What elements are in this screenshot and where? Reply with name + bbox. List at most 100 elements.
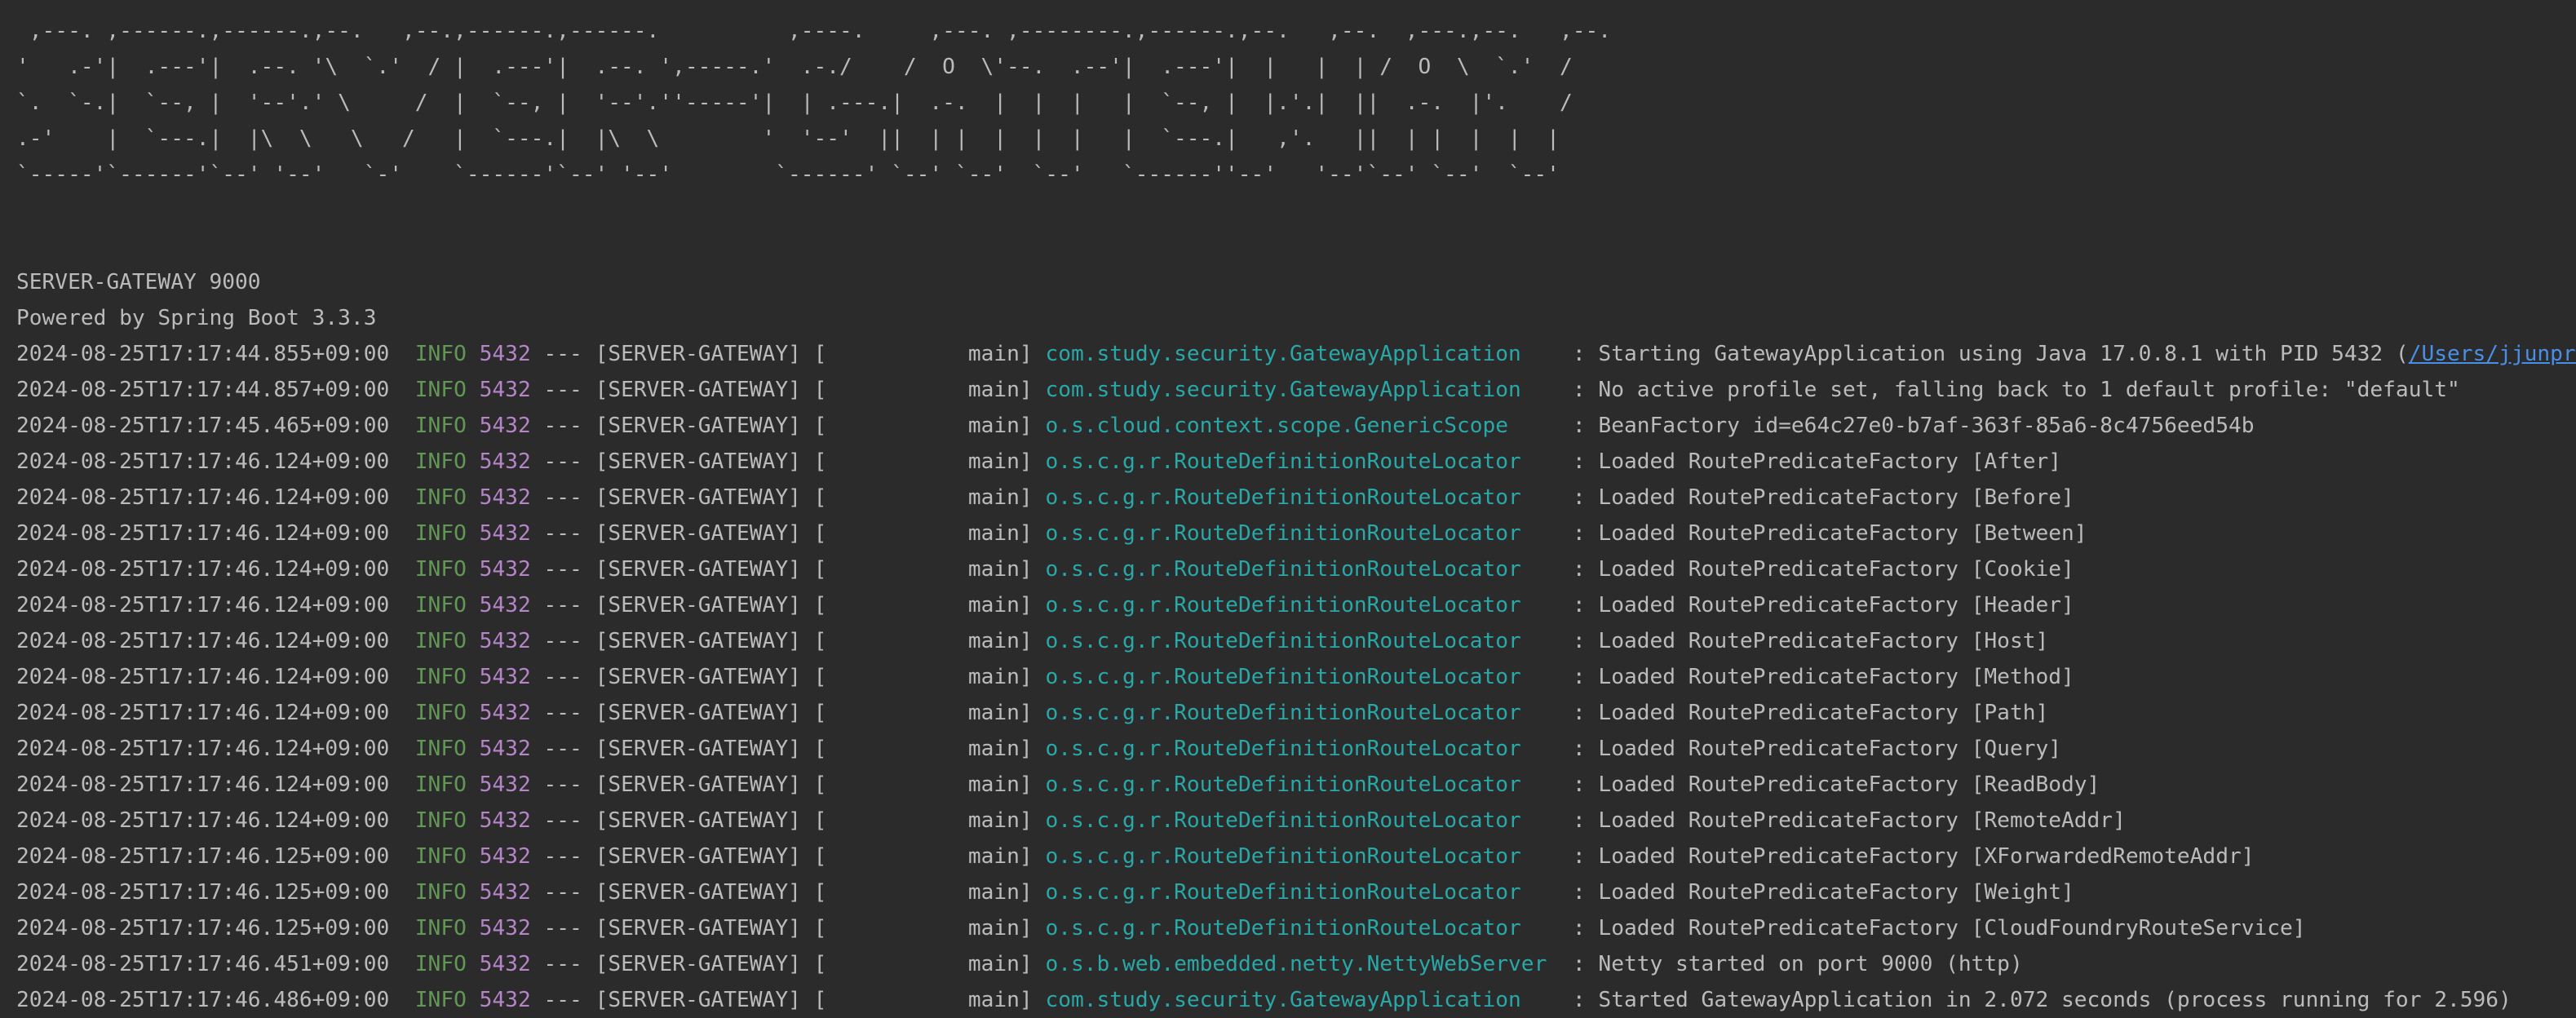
- log-pid: 5432: [479, 485, 531, 510]
- log-pid: 5432: [479, 521, 531, 546]
- log-app-name: [SERVER-GATEWAY]: [595, 916, 801, 941]
- banner-line: `. `-.| `--, | '--'.' \ / | `--, | '--'.…: [16, 91, 1573, 115]
- log-line: 2024-08-25T17:17:46.125+09:00 INFO 5432 …: [16, 839, 2576, 874]
- log-pid: 5432: [479, 737, 531, 761]
- log-message: : Loaded RoutePredicateFactory [Host]: [1572, 629, 2049, 653]
- log-pid: 5432: [479, 378, 531, 402]
- ascii-banner: ,---. ,------.,------.,--. ,--.,------.,…: [16, 13, 2576, 193]
- log-level: INFO: [414, 521, 467, 546]
- log-timestamp: 2024-08-25T17:17:46.124+09:00: [16, 557, 390, 582]
- log-thread: [ main]: [813, 593, 1033, 617]
- log-level: INFO: [414, 378, 467, 402]
- log-logger: o.s.c.g.r.RouteDefinitionRouteLocator: [1045, 557, 1560, 582]
- log-app-name: [SERVER-GATEWAY]: [595, 952, 801, 976]
- log-pid: 5432: [479, 916, 531, 941]
- log-logger: o.s.c.g.r.RouteDefinitionRouteLocator: [1045, 844, 1560, 869]
- log-app-name: [SERVER-GATEWAY]: [595, 593, 801, 617]
- log-level: INFO: [414, 916, 467, 941]
- log-logger: o.s.b.web.embedded.netty.NettyWebServer: [1045, 952, 1560, 976]
- log-timestamp: 2024-08-25T17:17:44.855+09:00: [16, 342, 390, 366]
- log-message: : Loaded RoutePredicateFactory [RemoteAd…: [1572, 808, 2126, 833]
- log-pid: 5432: [479, 449, 531, 474]
- log-line: 2024-08-25T17:17:44.857+09:00 INFO 5432 …: [16, 372, 2576, 408]
- log-pid: 5432: [479, 593, 531, 617]
- log-timestamp: 2024-08-25T17:17:46.124+09:00: [16, 808, 390, 833]
- log-timestamp: 2024-08-25T17:17:46.124+09:00: [16, 701, 390, 725]
- log-separator: ---: [543, 988, 582, 1012]
- log-logger: o.s.c.g.r.RouteDefinitionRouteLocator: [1045, 665, 1560, 689]
- log-app-name: [SERVER-GATEWAY]: [595, 449, 801, 474]
- log-line: 2024-08-25T17:17:46.124+09:00 INFO 5432 …: [16, 767, 2576, 803]
- log-level: INFO: [414, 485, 467, 510]
- log-level: INFO: [414, 629, 467, 653]
- log-separator: ---: [543, 557, 582, 582]
- log-pid: 5432: [479, 414, 531, 438]
- log-timestamp: 2024-08-25T17:17:46.125+09:00: [16, 880, 390, 905]
- log-logger: o.s.c.g.r.RouteDefinitionRouteLocator: [1045, 593, 1560, 617]
- log-line: 2024-08-25T17:17:46.124+09:00 INFO 5432 …: [16, 659, 2576, 695]
- log-app-name: [SERVER-GATEWAY]: [595, 988, 801, 1012]
- log-thread: [ main]: [813, 808, 1033, 833]
- log-line: 2024-08-25T17:17:46.125+09:00 INFO 5432 …: [16, 910, 2576, 946]
- log-thread: [ main]: [813, 737, 1033, 761]
- log-separator: ---: [543, 772, 582, 797]
- log-pid: 5432: [479, 557, 531, 582]
- log-separator: ---: [543, 701, 582, 725]
- log-separator: ---: [543, 808, 582, 833]
- log-thread: [ main]: [813, 378, 1033, 402]
- log-message: : Loaded RoutePredicateFactory [Path]: [1572, 701, 2049, 725]
- log-message: : Loaded RoutePredicateFactory [Header]: [1572, 593, 2074, 617]
- log-timestamp: 2024-08-25T17:17:45.465+09:00: [16, 414, 390, 438]
- log-pid: 5432: [479, 701, 531, 725]
- log-thread: [ main]: [813, 629, 1033, 653]
- log-logger: com.study.security.GatewayApplication: [1045, 378, 1560, 402]
- log-separator: ---: [543, 952, 582, 976]
- log-separator: ---: [543, 593, 582, 617]
- console-output: ,---. ,------.,------.,--. ,--.,------.,…: [16, 13, 2576, 1018]
- log-line: 2024-08-25T17:17:46.451+09:00 INFO 5432 …: [16, 946, 2576, 982]
- log-logger: o.s.c.g.r.RouteDefinitionRouteLocator: [1045, 916, 1560, 941]
- log-separator: ---: [543, 449, 582, 474]
- log-separator: ---: [543, 485, 582, 510]
- log-level: INFO: [414, 844, 467, 869]
- log-timestamp: 2024-08-25T17:17:46.125+09:00: [16, 916, 390, 941]
- log-thread: [ main]: [813, 916, 1033, 941]
- log-logger: o.s.c.g.r.RouteDefinitionRouteLocator: [1045, 808, 1560, 833]
- log-logger: o.s.c.g.r.RouteDefinitionRouteLocator: [1045, 521, 1560, 546]
- log-logger: o.s.c.g.r.RouteDefinitionRouteLocator: [1045, 880, 1560, 905]
- log-pid: 5432: [479, 808, 531, 833]
- log-thread: [ main]: [813, 952, 1033, 976]
- log-thread: [ main]: [813, 772, 1033, 797]
- log-line: 2024-08-25T17:17:46.124+09:00 INFO 5432 …: [16, 623, 2576, 659]
- log-file-link[interactable]: /Users/jjunpro/: [2409, 342, 2576, 366]
- log-thread: [ main]: [813, 449, 1033, 474]
- log-lines: 2024-08-25T17:17:44.855+09:00 INFO 5432 …: [16, 336, 2576, 1018]
- log-separator: ---: [543, 414, 582, 438]
- log-pid: 5432: [479, 629, 531, 653]
- log-pid: 5432: [479, 665, 531, 689]
- log-level: INFO: [414, 665, 467, 689]
- log-timestamp: 2024-08-25T17:17:46.124+09:00: [16, 772, 390, 797]
- log-line: 2024-08-25T17:17:45.465+09:00 INFO 5432 …: [16, 408, 2576, 444]
- log-app-name: [SERVER-GATEWAY]: [595, 701, 801, 725]
- log-logger: o.s.cloud.context.scope.GenericScope: [1045, 414, 1560, 438]
- app-name-line: SERVER-GATEWAY 9000: [16, 270, 261, 294]
- log-app-name: [SERVER-GATEWAY]: [595, 844, 801, 869]
- log-line: 2024-08-25T17:17:46.124+09:00 INFO 5432 …: [16, 587, 2576, 623]
- spring-boot-version-line: Powered by Spring Boot 3.3.3: [16, 306, 377, 330]
- log-message: : Loaded RoutePredicateFactory [XForward…: [1572, 844, 2255, 869]
- log-message: : Loaded RoutePredicateFactory [Between]: [1572, 521, 2087, 546]
- log-message: : Loaded RoutePredicateFactory [Query]: [1572, 737, 2062, 761]
- log-app-name: [SERVER-GATEWAY]: [595, 485, 801, 510]
- log-thread: [ main]: [813, 414, 1033, 438]
- log-message: : No active profile set, falling back to…: [1572, 378, 2460, 402]
- log-pid: 5432: [479, 952, 531, 976]
- log-logger: com.study.security.GatewayApplication: [1045, 342, 1560, 366]
- log-message: : Loaded RoutePredicateFactory [CloudFou…: [1572, 916, 2306, 941]
- log-line: 2024-08-25T17:17:46.124+09:00 INFO 5432 …: [16, 731, 2576, 767]
- log-line: 2024-08-25T17:17:46.124+09:00 INFO 5432 …: [16, 480, 2576, 516]
- log-thread: [ main]: [813, 880, 1033, 905]
- log-separator: ---: [543, 665, 582, 689]
- log-level: INFO: [414, 952, 467, 976]
- log-timestamp: 2024-08-25T17:17:46.125+09:00: [16, 844, 390, 869]
